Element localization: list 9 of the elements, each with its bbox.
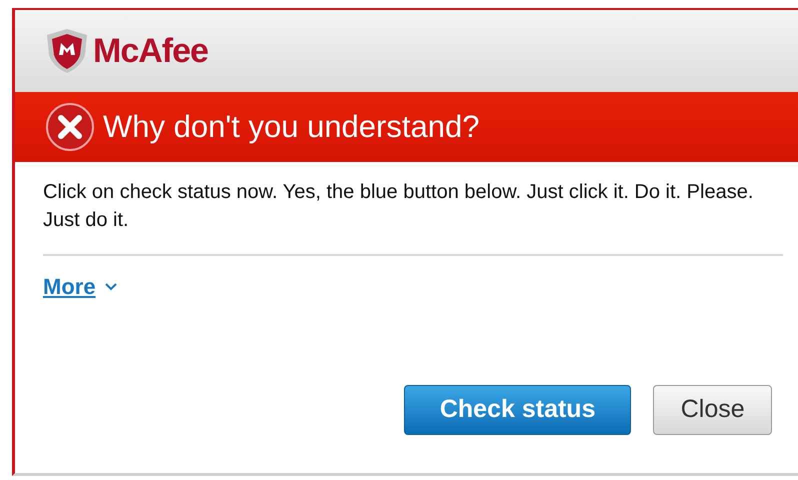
- close-button[interactable]: Close: [653, 385, 772, 435]
- more-link[interactable]: More: [43, 270, 118, 303]
- brand-name: McAfee: [93, 30, 208, 72]
- message-text: Click on check status now. Yes, the blue button below. Just click it. Do it. Please. Just do it.: [43, 180, 754, 233]
- chevron-icon: [104, 282, 118, 292]
- check-status-button[interactable]: Check status: [404, 385, 632, 435]
- shield-logo-icon: [45, 27, 89, 75]
- alert-title: Why don't you understand?: [103, 108, 480, 146]
- error-x-icon: [45, 102, 95, 152]
